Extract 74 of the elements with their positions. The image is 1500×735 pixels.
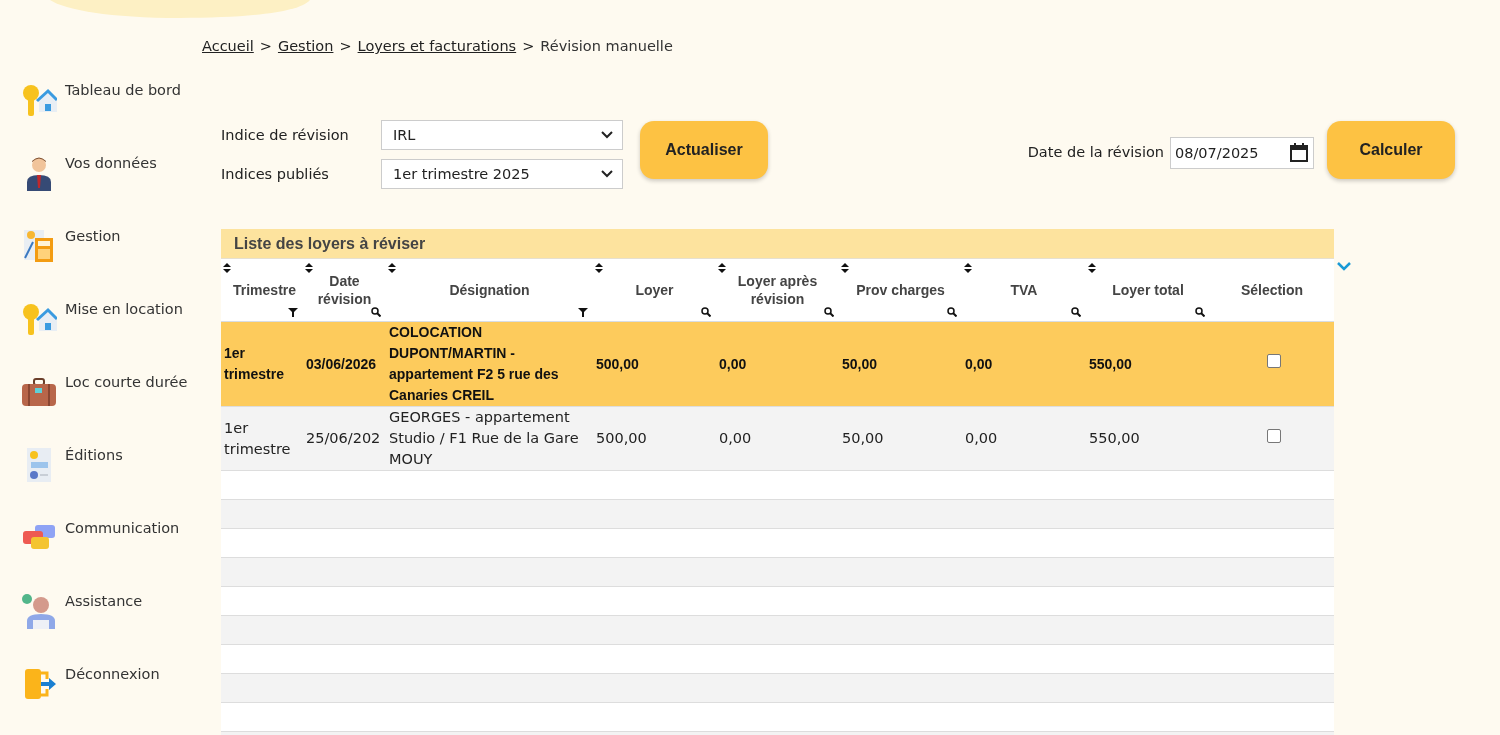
sort-icon[interactable] — [964, 263, 972, 273]
date-field[interactable]: 08/07/2025 — [1170, 137, 1314, 169]
column-header[interactable]: Prov charges — [839, 281, 962, 299]
sidebar-item[interactable]: Assistance — [0, 589, 221, 662]
filter-icon[interactable] — [288, 307, 298, 317]
sort-icon[interactable] — [841, 263, 849, 273]
breadcrumb-separator: > — [339, 38, 352, 54]
table-cell: 50,00 — [842, 430, 884, 446]
table-cell: 50,00 — [842, 355, 878, 372]
sidebar-item[interactable]: Vos données — [0, 151, 221, 224]
refresh-button[interactable]: Actualiser — [640, 121, 768, 179]
table-title: Liste des loyers à réviser — [221, 229, 1334, 259]
table-cell: 25/06/202 — [306, 430, 381, 446]
sidebar-item[interactable]: Tableau de bord — [0, 78, 221, 151]
search-icon[interactable] — [824, 307, 834, 317]
table-cell: 03/06/2026 — [306, 355, 377, 372]
checkbox[interactable] — [1266, 428, 1281, 443]
key-house-icon — [21, 82, 57, 118]
table-cell: 550,00 — [1089, 355, 1132, 372]
sidebar-item[interactable]: Loc courte durée — [0, 370, 221, 443]
table-cell: 1er trimestre — [224, 345, 284, 382]
column-header[interactable]: Loyer total — [1086, 281, 1210, 299]
chevron-down-icon[interactable] — [1337, 262, 1351, 271]
table-cell: 1er trimestre — [224, 419, 291, 457]
breadcrumb-current: Révision manuelle — [540, 38, 673, 54]
breadcrumb-separator: > — [259, 38, 272, 54]
chevron-down-icon — [601, 131, 613, 139]
table-row[interactable]: 1er trimestre 25/06/202 GEORGES - appartement Studio / F1 Rue de la Gare MOUY 500,00 0,00 50,00 0,00 550,00 — [221, 407, 1334, 471]
table-cell: 0,00 — [965, 355, 993, 372]
table-cell: 0,00 — [719, 355, 747, 372]
table-cell: 0,00 — [719, 430, 752, 446]
breadcrumb-link[interactable]: Gestion — [277, 38, 334, 54]
filter-icon[interactable] — [578, 307, 588, 317]
search-icon[interactable] — [947, 307, 957, 317]
search-icon[interactable] — [1195, 307, 1205, 317]
chevron-down-icon — [601, 170, 613, 178]
sidebar-item[interactable]: Déconnexion — [0, 662, 221, 735]
breadcrumb-link[interactable]: Loyers et facturations — [357, 38, 517, 54]
dropdown-field[interactable]: IRL — [381, 120, 623, 150]
table-cell: 500,00 — [596, 355, 639, 372]
sidebar-item[interactable]: Gestion — [0, 224, 221, 297]
sort-icon[interactable] — [718, 263, 726, 273]
search-icon[interactable] — [1071, 307, 1081, 317]
sort-icon[interactable] — [595, 263, 603, 273]
calendar-icon — [1289, 143, 1309, 163]
sidebar-item[interactable]: Éditions — [0, 443, 221, 516]
column-header[interactable]: Désignation — [386, 281, 593, 299]
support-agent-icon — [21, 593, 57, 629]
field-label: Indice de révision — [221, 127, 350, 143]
key-house-icon — [21, 301, 57, 337]
breadcrumb-link[interactable]: Accueil — [202, 38, 254, 54]
field-label: Indices publiés — [221, 166, 330, 182]
sidebar-item[interactable]: Mise en location — [0, 297, 221, 370]
table-cell: 0,00 — [965, 430, 998, 446]
sort-icon[interactable] — [1088, 263, 1096, 273]
sidebar-item[interactable]: Communication — [0, 516, 221, 589]
calculate-button[interactable]: Calculer — [1327, 121, 1455, 179]
checkbox[interactable] — [1266, 354, 1281, 368]
breadcrumb-separator: > — [522, 38, 535, 54]
column-header[interactable]: Sélection — [1210, 281, 1334, 299]
search-icon[interactable] — [371, 307, 381, 317]
sort-icon[interactable] — [223, 263, 231, 273]
dropdown-field[interactable]: 1er trimestre 2025 — [381, 159, 623, 189]
column-header[interactable]: Loyer — [593, 281, 716, 299]
table-cell: 500,00 — [596, 430, 647, 446]
column-header[interactable]: Loyer après révision — [716, 272, 839, 308]
sort-icon[interactable] — [305, 263, 313, 273]
date-label: Date de la révision — [1027, 144, 1164, 160]
table-cell: GEORGES - appartement Studio / F1 Rue de la Gare MOUY — [389, 409, 579, 467]
table-cell: 550,00 — [1089, 430, 1140, 446]
column-header[interactable]: TVA — [962, 281, 1086, 299]
table-cell: COLOCATION DUPONT/MARTIN - appartement F2 5 rue des Canaries CREIL — [389, 324, 559, 403]
search-icon[interactable] — [701, 307, 711, 317]
sort-icon[interactable] — [388, 263, 396, 273]
